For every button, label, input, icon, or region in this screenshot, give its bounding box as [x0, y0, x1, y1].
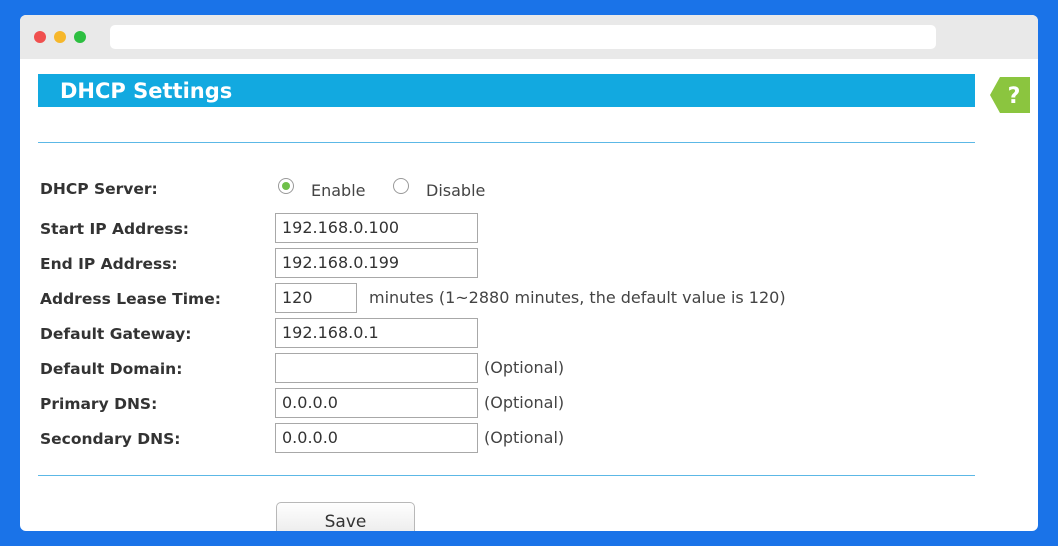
help-button[interactable]: ? [990, 77, 1030, 113]
secondary-dns-optional-note: (Optional) [484, 428, 565, 447]
divider-bottom [38, 475, 975, 476]
enable-radio[interactable] [278, 178, 294, 194]
save-button[interactable]: Save [276, 502, 415, 531]
gateway-input[interactable]: 192.168.0.1 [275, 318, 478, 348]
divider-top [38, 142, 975, 143]
question-mark-icon: ? [990, 77, 1030, 113]
svg-text:?: ? [1008, 84, 1021, 109]
domain-input[interactable] [275, 353, 478, 383]
browser-window: DHCP Settings ? DHCP Server: Enable Disa… [20, 15, 1038, 531]
secondary-dns-label: Secondary DNS: [40, 430, 181, 448]
lease-time-label: Address Lease Time: [40, 290, 221, 308]
browser-toolbar [20, 15, 1038, 59]
close-window-button[interactable] [34, 31, 46, 43]
dhcp-server-label: DHCP Server: [40, 180, 158, 198]
enable-radio-label: Enable [311, 181, 366, 200]
primary-dns-input[interactable]: 0.0.0.0 [275, 388, 478, 418]
lease-time-hint: minutes (1~2880 minutes, the default val… [369, 288, 786, 307]
end-ip-input[interactable]: 192.168.0.199 [275, 248, 478, 278]
minimize-window-button[interactable] [54, 31, 66, 43]
disable-radio-label: Disable [426, 181, 486, 200]
start-ip-input[interactable]: 192.168.0.100 [275, 213, 478, 243]
gateway-label: Default Gateway: [40, 325, 192, 343]
domain-optional-note: (Optional) [484, 358, 565, 377]
page-content: DHCP Settings ? DHCP Server: Enable Disa… [20, 59, 1038, 531]
maximize-window-button[interactable] [74, 31, 86, 43]
lease-time-input[interactable]: 120 [275, 283, 357, 313]
page-title: DHCP Settings [60, 79, 233, 103]
secondary-dns-input[interactable]: 0.0.0.0 [275, 423, 478, 453]
primary-dns-optional-note: (Optional) [484, 393, 565, 412]
primary-dns-label: Primary DNS: [40, 395, 158, 413]
title-bar: DHCP Settings [38, 74, 975, 107]
disable-radio[interactable] [393, 178, 409, 194]
end-ip-label: End IP Address: [40, 255, 178, 273]
start-ip-label: Start IP Address: [40, 220, 189, 238]
domain-label: Default Domain: [40, 360, 183, 378]
address-bar[interactable] [110, 25, 936, 49]
